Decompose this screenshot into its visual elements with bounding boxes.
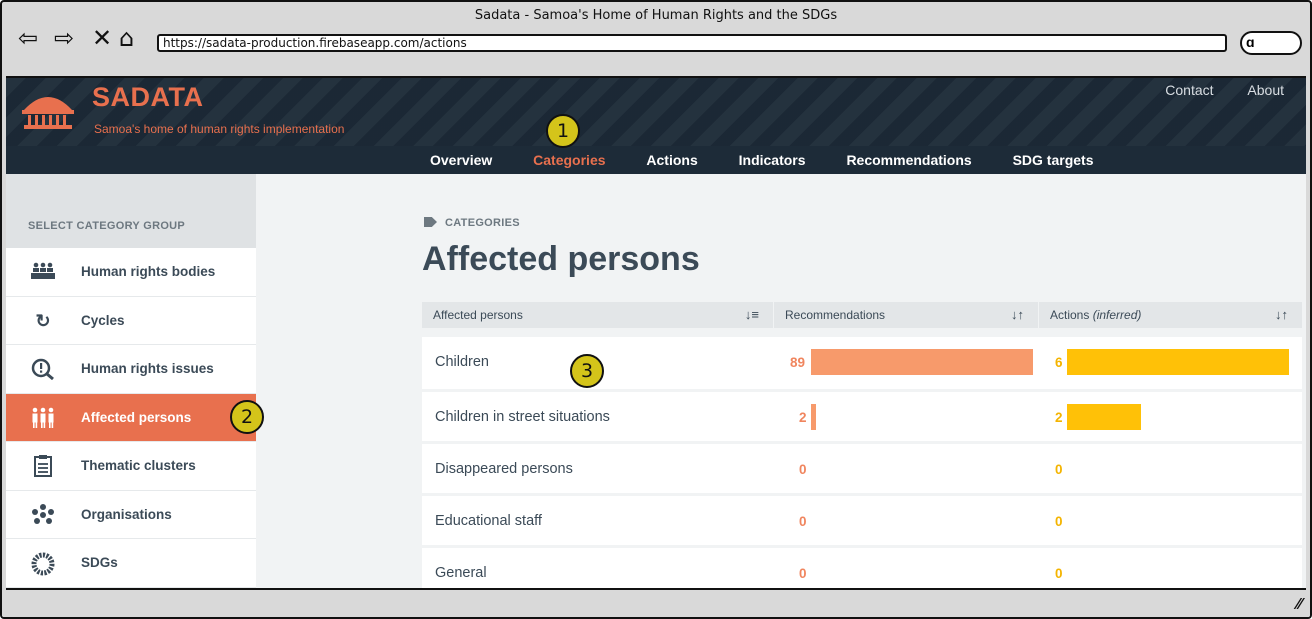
sidebar-item-label: Organisations bbox=[81, 506, 172, 522]
table-body: Children 89 6 Children in street situations… bbox=[422, 337, 1302, 588]
actions-count: 0 bbox=[1055, 566, 1063, 581]
sdg-wheel-icon bbox=[30, 552, 56, 576]
col-header-label: Affected persons bbox=[433, 308, 523, 322]
browser-search[interactable]: ɑ bbox=[1240, 31, 1302, 55]
about-link[interactable]: About bbox=[1247, 82, 1284, 98]
cycle-icon: ↻ bbox=[35, 310, 51, 331]
recommendations-count: 0 bbox=[799, 514, 807, 529]
actions-count: 2 bbox=[1055, 410, 1063, 425]
nav-actions[interactable]: Actions bbox=[646, 152, 697, 168]
row-name[interactable]: General bbox=[435, 565, 487, 581]
table-row[interactable]: General 0 0 bbox=[422, 545, 1302, 588]
top-links: Contact About bbox=[1135, 82, 1284, 98]
col-header-suffix: (inferred) bbox=[1092, 308, 1142, 322]
recommendations-count: 0 bbox=[799, 462, 807, 477]
status-bar: ⁄⁄ bbox=[2, 592, 1310, 617]
nav-recommendations[interactable]: Recommendations bbox=[846, 152, 971, 168]
nav-categories[interactable]: Categories bbox=[533, 152, 605, 168]
category-sidebar: SELECT CATEGORY GROUP Human rights bodie… bbox=[6, 174, 256, 588]
window-title: Sadata - Samoa's Home of Human Rights an… bbox=[474, 8, 838, 23]
category-table: Affected persons ↓≡ Recommendations ↓↑ A… bbox=[422, 302, 1302, 588]
actions-bar bbox=[1067, 349, 1289, 375]
annotation-badge: 2 bbox=[230, 400, 264, 434]
table-row[interactable]: Disappeared persons 0 0 bbox=[422, 441, 1302, 493]
sidebar-item-label: Human rights bodies bbox=[81, 264, 216, 279]
col-header-name[interactable]: Affected persons ↓≡ bbox=[422, 302, 774, 328]
recommendations-bar bbox=[811, 349, 1033, 375]
fale-logo-icon[interactable] bbox=[20, 88, 76, 132]
brand-name[interactable]: SADATA bbox=[92, 82, 204, 113]
assembly-icon bbox=[30, 261, 56, 283]
sidebar-item-label: Human rights issues bbox=[81, 361, 214, 376]
sidebar-item-cycles[interactable]: ↻ Cycles bbox=[6, 296, 256, 345]
row-name[interactable]: Children in street situations bbox=[435, 409, 610, 425]
home-icon[interactable]: ⌂ bbox=[119, 26, 134, 50]
back-icon[interactable]: ⇦ bbox=[18, 26, 38, 50]
recommendations-count: 0 bbox=[799, 566, 807, 581]
clipboard-list-icon bbox=[30, 455, 56, 477]
table-header: Affected persons ↓≡ Recommendations ↓↑ A… bbox=[422, 302, 1302, 328]
annotation-badge: 3 bbox=[570, 354, 604, 388]
sidebar-item-label: SDGs bbox=[81, 555, 118, 570]
contact-link[interactable]: Contact bbox=[1165, 82, 1213, 98]
col-header-actions[interactable]: Actions (inferred) ↓↑ bbox=[1039, 302, 1302, 328]
site-header: SADATA Samoa's home of human rights impl… bbox=[6, 78, 1306, 174]
resize-grip-icon[interactable]: ⁄⁄ bbox=[1297, 596, 1302, 614]
col-header-label: Actions bbox=[1050, 308, 1090, 322]
magnify-exclamation-icon bbox=[30, 358, 56, 381]
actions-count: 0 bbox=[1055, 514, 1063, 529]
org-dots-icon bbox=[30, 503, 56, 526]
people-icon bbox=[30, 407, 56, 429]
sidebar-heading: SELECT CATEGORY GROUP bbox=[6, 174, 256, 248]
sort-alpha-icon[interactable]: ↓≡ bbox=[745, 302, 759, 328]
main-nav: Overview Categories Actions Indicators R… bbox=[430, 152, 1131, 174]
row-name[interactable]: Children bbox=[435, 354, 489, 370]
nav-indicators[interactable]: Indicators bbox=[739, 152, 806, 168]
sidebar-item-label: Cycles bbox=[81, 312, 125, 328]
browser-window: Sadata - Samoa's Home of Human Rights an… bbox=[0, 0, 1312, 619]
forward-icon[interactable]: ⇨ bbox=[54, 26, 74, 50]
search-icon: ɑ bbox=[1246, 34, 1255, 50]
col-header-recommendations[interactable]: Recommendations ↓↑ bbox=[774, 302, 1039, 328]
page-title: Affected persons bbox=[422, 240, 700, 278]
recommendations-count: 89 bbox=[790, 355, 806, 370]
table-row[interactable]: Children in street situations 2 2 bbox=[422, 389, 1302, 441]
page-viewport: SADATA Samoa's home of human rights impl… bbox=[6, 76, 1306, 590]
annotation-badge: 1 bbox=[546, 114, 580, 148]
brand-tagline: Samoa's home of human rights implementat… bbox=[94, 122, 345, 136]
table-row[interactable]: Educational staff 0 0 bbox=[422, 493, 1302, 545]
close-icon[interactable]: ✕ bbox=[92, 26, 112, 50]
tag-icon bbox=[424, 217, 437, 227]
sidebar-item-affected-persons[interactable]: Affected persons bbox=[6, 393, 256, 442]
recommendations-count: 2 bbox=[799, 410, 807, 425]
col-header-label: Recommendations bbox=[785, 308, 886, 322]
breadcrumb: CATEGORIES bbox=[424, 217, 520, 229]
sidebar-item-human-rights-issues[interactable]: Human rights issues bbox=[6, 345, 256, 394]
sidebar-item-sdgs[interactable]: SDGs bbox=[6, 539, 256, 588]
row-name[interactable]: Disappeared persons bbox=[435, 461, 573, 477]
sidebar-item-organisations[interactable]: Organisations bbox=[6, 490, 256, 539]
sidebar-item-human-rights-bodies[interactable]: Human rights bodies bbox=[6, 248, 256, 297]
sidebar-item-thematic-clusters[interactable]: Thematic clusters bbox=[6, 442, 256, 491]
sort-icon[interactable]: ↓↑ bbox=[1275, 302, 1288, 328]
nav-overview[interactable]: Overview bbox=[430, 152, 492, 168]
row-name[interactable]: Educational staff bbox=[435, 513, 542, 529]
actions-count: 0 bbox=[1055, 462, 1063, 477]
recommendations-bar bbox=[811, 404, 816, 430]
breadcrumb-label[interactable]: CATEGORIES bbox=[445, 217, 520, 229]
main-content: CATEGORIES Affected persons Affected per… bbox=[256, 174, 1306, 588]
sidebar-item-label: Affected persons bbox=[81, 409, 192, 425]
table-row[interactable]: Children 89 6 bbox=[422, 337, 1302, 389]
nav-sdg-targets[interactable]: SDG targets bbox=[1013, 152, 1094, 168]
actions-bar bbox=[1067, 404, 1141, 430]
sidebar-item-label: Thematic clusters bbox=[81, 458, 196, 473]
address-bar[interactable]: https://sadata-production.firebaseapp.co… bbox=[157, 34, 1227, 52]
sort-icon[interactable]: ↓↑ bbox=[1011, 302, 1024, 328]
actions-count: 6 bbox=[1055, 355, 1063, 370]
